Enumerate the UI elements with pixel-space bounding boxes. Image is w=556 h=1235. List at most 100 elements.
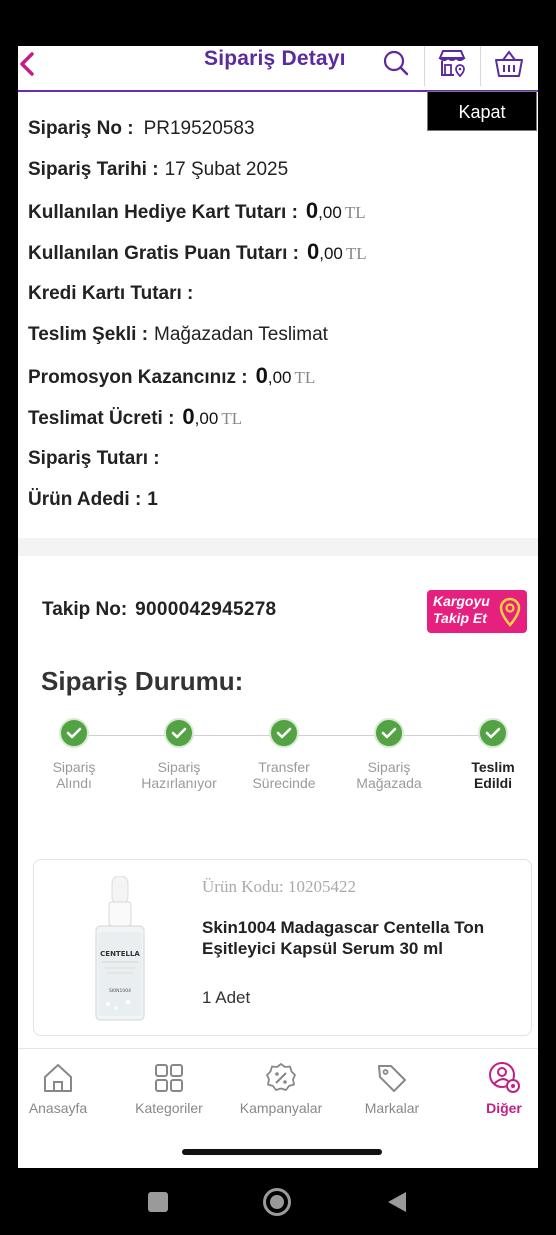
nav-label: Kategoriler (135, 1100, 203, 1116)
points-label: Kullanılan Gratis Puan Tutarı : (28, 243, 299, 264)
gift-card-amount: 0,00 TL (306, 198, 366, 223)
delivery-type-label: Teslim Şekli : (28, 324, 149, 345)
step-label: Edildi (473, 775, 513, 791)
bottom-navigation: Anasayfa Kategoriler Kampanyalar Markala… (18, 1048, 538, 1168)
product-name: Skin1004 Madagascar Centella Ton Eşitley… (202, 918, 485, 958)
order-date-label: Sipariş Tarihi : (28, 159, 159, 180)
nav-label: Markalar (364, 1100, 420, 1116)
order-status-stepper: Sipariş Alındı Sipariş Hazırlanıyor Transf… (18, 718, 538, 798)
gift-card-dec: ,00 (318, 203, 342, 222)
order-status-title: Sipariş Durumu: (41, 666, 244, 696)
gift-card-int: 0 (305, 198, 319, 223)
basket-icon[interactable] (493, 48, 525, 80)
check-icon (478, 718, 508, 748)
step-label: Mağazada (356, 775, 422, 791)
currency-label: TL (344, 203, 366, 222)
order-date-value: 17 Şubat 2025 (164, 159, 289, 180)
nav-item-campaigns[interactable]: Kampanyalar (231, 1061, 331, 1116)
nav-label: Diğer (486, 1100, 522, 1116)
top-app-bar: Sipariş Detayı (18, 46, 538, 92)
item-count-row: Ürün Adedi :1 (28, 489, 158, 511)
home-icon (44, 1064, 72, 1092)
product-image: CENTELLA SKIN1004 (92, 875, 148, 1027)
track-shipment-button[interactable]: Kargoyu Takip Et (427, 590, 527, 633)
track-shipment-label: Kargoyu Takip Et (433, 593, 499, 627)
location-pin-icon (499, 597, 521, 627)
credit-card-label: Kredi Kartı Tutarı : (28, 283, 194, 304)
back-triangle-icon[interactable] (386, 1190, 408, 1214)
section-divider (18, 538, 538, 556)
points-int: 0 (306, 239, 320, 264)
recents-icon[interactable] (148, 1192, 168, 1212)
status-step-preparing: Sipariş Hazırlanıyor (127, 718, 231, 791)
step-label: Sürecinde (252, 775, 316, 791)
header-divider (424, 46, 425, 86)
step-label: Teslim (471, 759, 515, 775)
track-shipment-line2: Takip Et (433, 610, 487, 626)
nav-item-brands[interactable]: Markalar (342, 1061, 442, 1116)
step-label: Sipariş (52, 759, 96, 775)
svg-text:CENTELLA: CENTELLA (100, 950, 140, 958)
search-icon[interactable] (380, 48, 412, 80)
home-indicator[interactable] (182, 1149, 382, 1155)
page-title: Sipariş Detayı (204, 47, 346, 70)
app-screen: Sipariş Detayı Kapat Sipariş No : PR19520… (18, 46, 538, 1168)
currency-label: TL (345, 244, 367, 263)
step-label: Alındı (56, 775, 92, 791)
check-icon (164, 718, 194, 748)
step-label: Hazırlanıyor (141, 775, 217, 791)
currency-label: TL (221, 409, 243, 428)
order-no-label: Sipariş No : (28, 118, 134, 139)
product-quantity: 1 Adet (202, 988, 251, 1007)
nav-item-categories[interactable]: Kategoriler (119, 1061, 219, 1116)
shipping-fee-amount: 0,00 TL (182, 404, 243, 429)
nav-label: Kampanyalar (239, 1100, 323, 1116)
promo-row: Promosyon Kazancınız : 0,00 TL (28, 363, 315, 389)
status-step-transfer: Transfer Sürecinde (232, 718, 336, 791)
credit-card-row: Kredi Kartı Tutarı : (28, 283, 193, 305)
gift-card-label: Kullanılan Hediye Kart Tutarı : (28, 202, 298, 223)
shipping-fee-label: Teslimat Ücreti : (28, 408, 175, 429)
svg-text:SKIN1004: SKIN1004 (109, 988, 131, 994)
order-no-row: Sipariş No : PR19520583 (28, 118, 255, 140)
discount-badge-icon (266, 1063, 296, 1091)
points-amount: 0,00 TL (307, 239, 367, 264)
chevron-left-icon[interactable] (18, 50, 40, 80)
tag-icon (378, 1065, 406, 1092)
header-divider (480, 46, 481, 86)
check-icon (59, 718, 89, 748)
product-card[interactable]: CENTELLA SKIN1004 Ürün Kodu: 10205422 Sk… (33, 859, 532, 1036)
order-total-row: Sipariş Tutarı : (28, 448, 160, 470)
check-icon (269, 718, 299, 748)
item-count-value: 1 (147, 489, 158, 510)
home-circle-icon[interactable] (263, 1188, 291, 1216)
nav-item-other[interactable]: Diğer (454, 1061, 538, 1116)
system-navigation-bar (0, 1168, 556, 1235)
delivery-type-row: Teslim Şekli : Mağazadan Teslimat (28, 324, 328, 346)
step-label: Sipariş (157, 759, 201, 775)
store-location-icon[interactable] (436, 48, 468, 80)
check-icon (374, 718, 404, 748)
shipping-dec: ,00 (194, 409, 219, 428)
status-step-in-store: Sipariş Mağazada (337, 718, 441, 791)
shipping-int: 0 (182, 404, 195, 429)
order-no-value: PR19520583 (143, 118, 255, 139)
promo-label: Promosyon Kazancınız : (28, 367, 248, 388)
promo-int: 0 (255, 363, 268, 388)
user-settings-icon (489, 1062, 520, 1093)
status-step-received: Sipariş Alındı (22, 718, 126, 791)
grid-icon (155, 1064, 183, 1092)
close-button[interactable]: Kapat (427, 91, 537, 131)
step-label: Transfer (258, 759, 310, 775)
order-total-label: Sipariş Tutarı : (28, 448, 160, 469)
nav-label: Anasayfa (28, 1100, 88, 1116)
nav-item-home[interactable]: Anasayfa (18, 1061, 108, 1116)
delivery-type-value: Mağazadan Teslimat (154, 324, 328, 345)
order-date-row: Sipariş Tarihi :17 Şubat 2025 (28, 159, 288, 181)
track-shipment-line1: Kargoyu (433, 593, 490, 609)
tracking-number: 9000042945278 (135, 599, 277, 620)
promo-amount: 0,00 TL (256, 363, 316, 388)
product-code: Ürün Kodu: 10205422 (202, 877, 356, 896)
status-step-delivered: Teslim Edildi (441, 718, 538, 791)
tracking-row: Takip No: 9000042945278 (42, 599, 276, 621)
